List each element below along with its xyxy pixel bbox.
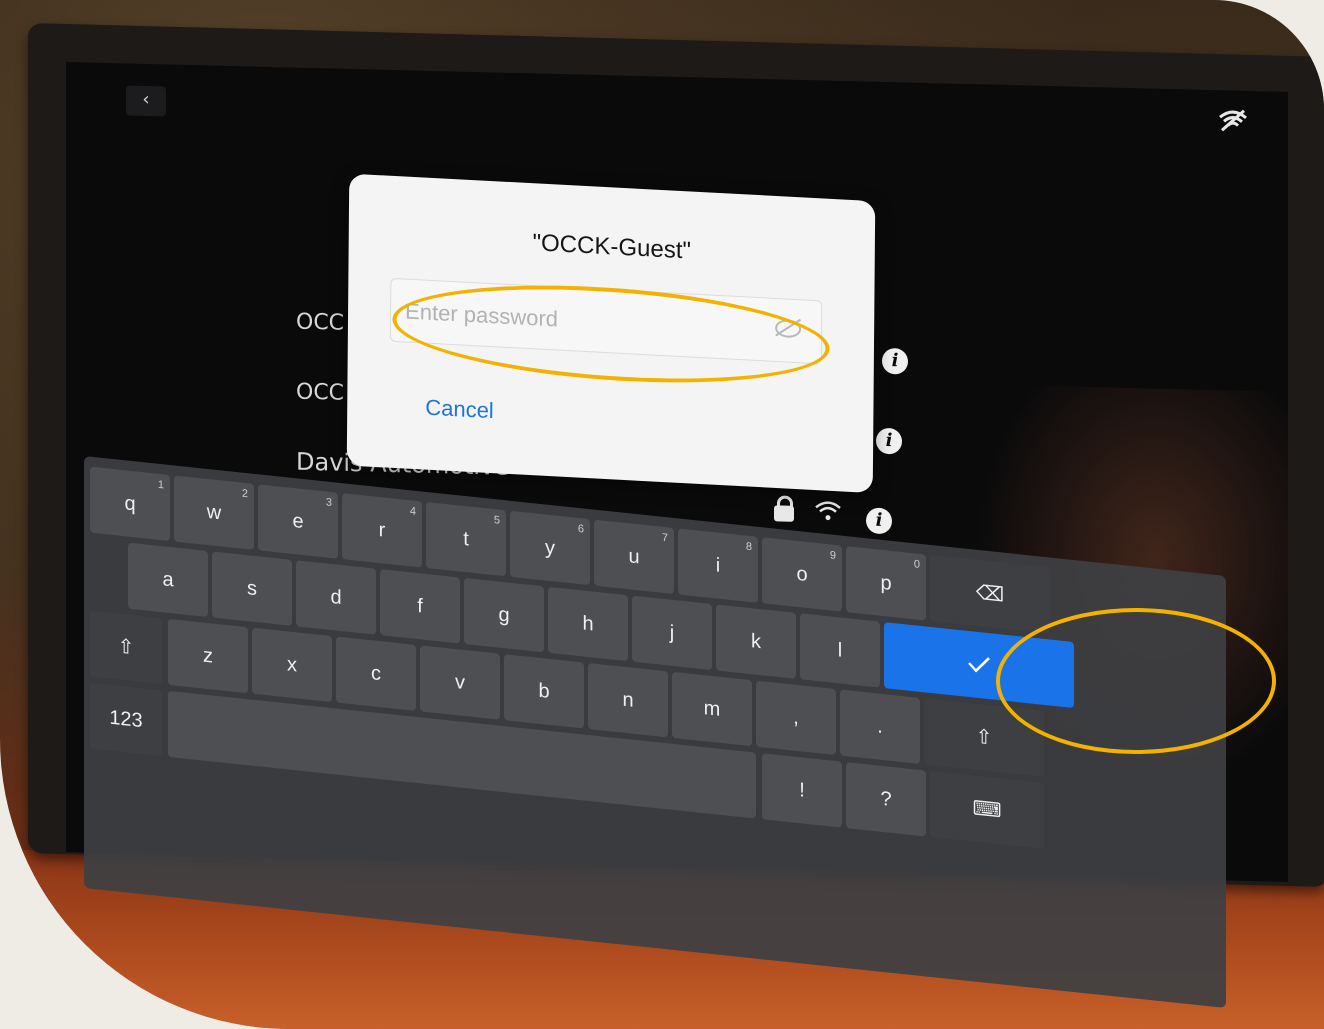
- keyboard-icon: ⌨: [972, 797, 1002, 823]
- key-x[interactable]: x: [252, 627, 332, 703]
- key-o[interactable]: o9: [762, 537, 842, 612]
- password-input[interactable]: Enter password: [389, 277, 823, 365]
- network-item[interactable]: OCC: [296, 380, 344, 406]
- key-hint: 2: [241, 487, 248, 501]
- key-label: t: [463, 527, 469, 551]
- info-icon[interactable]: i: [866, 507, 892, 535]
- key-hint: 4: [409, 505, 416, 518]
- cancel-button[interactable]: Cancel: [419, 393, 500, 425]
- shift-key-right[interactable]: ⇧: [924, 698, 1044, 777]
- key-exclamation[interactable]: !: [762, 753, 842, 828]
- lock-icon: [774, 505, 794, 522]
- key-z[interactable]: z: [168, 618, 248, 694]
- network-item[interactable]: OCC: [296, 310, 344, 336]
- key-h[interactable]: h: [548, 586, 628, 662]
- backspace-icon: ⌫: [975, 581, 1005, 607]
- key-period[interactable]: .: [840, 689, 920, 764]
- key-p[interactable]: p0: [846, 546, 926, 621]
- checkmark-icon: [968, 657, 990, 673]
- wifi-icon: [814, 498, 842, 529]
- key-q[interactable]: q1: [90, 466, 170, 542]
- key-label: o: [796, 562, 808, 587]
- key-comma[interactable]: ,: [756, 680, 836, 756]
- key-n[interactable]: n: [588, 662, 668, 738]
- key-w[interactable]: w2: [174, 475, 254, 550]
- key-hint: 0: [913, 558, 920, 571]
- password-dialog: "OCCK-Guest" Enter password Cancel: [346, 173, 876, 494]
- key-hint: 6: [577, 522, 584, 536]
- dialog-title: "OCCK-Guest": [532, 229, 692, 265]
- key-label: e: [292, 509, 304, 534]
- key-j[interactable]: j: [632, 595, 712, 671]
- shift-icon: ⇧: [975, 725, 993, 750]
- key-f[interactable]: f: [380, 569, 460, 644]
- key-label: q: [124, 492, 136, 516]
- key-label: i: [715, 554, 721, 577]
- key-s[interactable]: s: [212, 551, 292, 626]
- key-m[interactable]: m: [672, 671, 752, 747]
- key-e[interactable]: e3: [258, 484, 338, 559]
- info-icon[interactable]: i: [876, 427, 902, 455]
- key-label: u: [628, 545, 640, 569]
- key-d[interactable]: d: [296, 560, 376, 635]
- key-a[interactable]: a: [128, 542, 208, 618]
- key-b[interactable]: b: [504, 654, 584, 729]
- key-hint: 7: [661, 531, 668, 545]
- key-hint: 8: [745, 540, 752, 554]
- key-hint: 3: [325, 496, 332, 510]
- key-hint: 9: [829, 549, 836, 563]
- key-y[interactable]: y6: [510, 510, 590, 586]
- info-icon[interactable]: i: [882, 347, 908, 375]
- key-k[interactable]: k: [716, 604, 796, 679]
- key-r[interactable]: r4: [342, 493, 422, 568]
- key-l[interactable]: l: [800, 613, 880, 688]
- shift-icon: ⇧: [117, 635, 135, 660]
- key-question[interactable]: ?: [846, 762, 926, 837]
- key-v[interactable]: v: [420, 645, 500, 720]
- key-c[interactable]: c: [336, 636, 416, 711]
- backspace-key[interactable]: ⌫: [930, 554, 1050, 634]
- key-label: y: [545, 536, 555, 560]
- key-label: r: [378, 518, 386, 542]
- shift-key[interactable]: ⇧: [90, 610, 162, 685]
- key-hint: 1: [157, 478, 164, 492]
- key-u[interactable]: u7: [594, 519, 674, 595]
- wifi-status-icon: [1218, 108, 1248, 139]
- key-i[interactable]: i8: [678, 528, 758, 603]
- hide-keyboard-key[interactable]: ⌨: [930, 770, 1044, 849]
- key-label: w: [206, 500, 222, 525]
- photo-background: ‹ OCC OCC Davis Automotive i i i "OCCK-G…: [0, 0, 1324, 1029]
- eye-off-icon[interactable]: [775, 318, 802, 339]
- key-hint: 5: [493, 514, 500, 527]
- key-g[interactable]: g: [464, 577, 544, 653]
- numbers-key[interactable]: 123: [90, 682, 162, 757]
- back-button[interactable]: ‹: [126, 85, 166, 117]
- key-label: p: [880, 571, 892, 595]
- key-t[interactable]: t5: [426, 501, 506, 577]
- done-key[interactable]: [884, 622, 1074, 709]
